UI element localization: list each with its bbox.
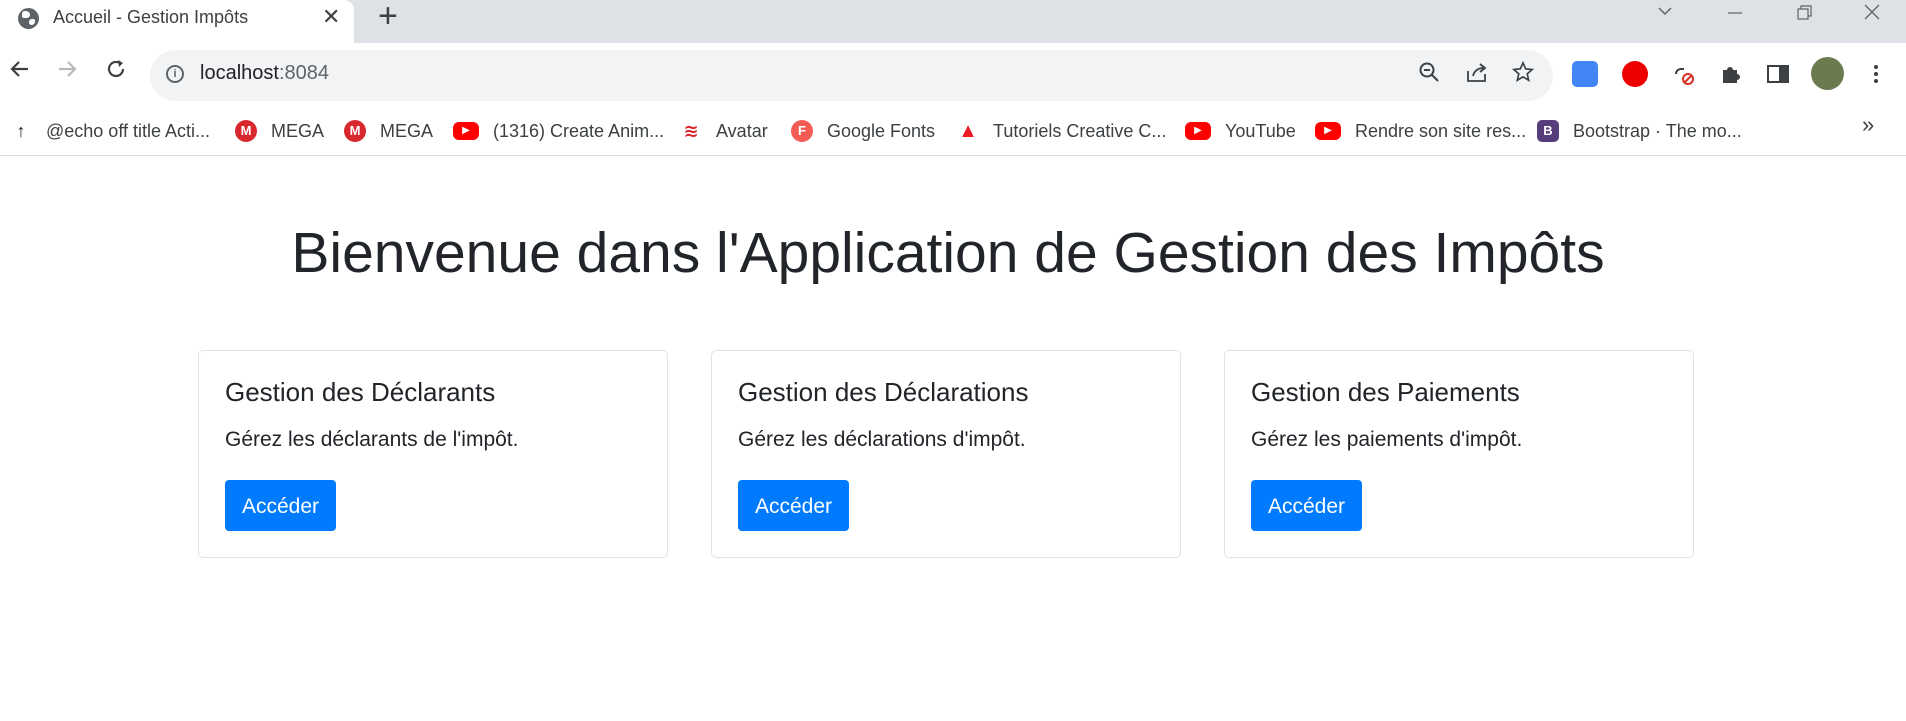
menu-kebab-icon[interactable]	[1863, 61, 1889, 87]
bookmark-item[interactable]: F Google Fonts	[791, 117, 935, 145]
bookmarks-bar: ↑ @echo off title Acti... M MEGA M MEGA ▶ (1…	[0, 108, 1906, 156]
tab-title: Accueil - Gestion Impôts	[53, 7, 249, 27]
tab-search-icon[interactable]	[1656, 2, 1674, 32]
mega-icon: M	[235, 120, 257, 142]
minimize-icon[interactable]	[1726, 0, 1744, 30]
address-bar[interactable]: i localhost:8084	[150, 50, 1553, 101]
youtube-icon: ▶	[1315, 122, 1341, 140]
bookmark-item[interactable]: ≋ Avatar	[680, 117, 767, 145]
bootstrap-icon: B	[1537, 120, 1559, 142]
card-title: Gestion des Paiements	[1251, 377, 1520, 407]
back-icon[interactable]	[8, 57, 32, 88]
browser-tab[interactable]: Accueil - Gestion Impôts ✕	[0, 0, 354, 43]
adblock-icon[interactable]	[1622, 61, 1648, 87]
card-title: Gestion des Déclarants	[225, 377, 496, 407]
forward-icon[interactable]	[55, 57, 79, 88]
arrow-up-icon: ↑	[16, 121, 26, 141]
bookmark-item[interactable]: M MEGA	[344, 117, 433, 145]
page-title: Bienvenue dans l'Application de Gestion …	[291, 221, 1605, 285]
google-translate-icon[interactable]	[1572, 61, 1598, 87]
google-fonts-icon: F	[791, 120, 813, 142]
bookmark-item[interactable]: ▶ YouTube	[1185, 117, 1296, 145]
bookmark-star-icon[interactable]	[1511, 60, 1535, 89]
avatar-icon: ≋	[683, 121, 699, 141]
new-tab-icon[interactable]: +	[378, 0, 398, 36]
access-paiements-button[interactable]: Accéder	[1251, 480, 1362, 531]
bookmark-item[interactable]: ▲ Tutoriels Creative C...	[957, 117, 1166, 145]
globe-icon	[18, 8, 39, 29]
tab-strip: Accueil - Gestion Impôts ✕ +	[0, 0, 1906, 43]
bookmark-item[interactable]: B Bootstrap · The mo...	[1537, 117, 1742, 145]
card-declarations: Gestion des Déclarations Gérez les décla…	[711, 350, 1181, 558]
mega-icon: M	[344, 120, 366, 142]
card-text: Gérez les paiements d'impôt.	[1251, 428, 1523, 451]
site-info-icon[interactable]: i	[166, 65, 184, 83]
close-window-icon[interactable]	[1862, 2, 1882, 32]
card-text: Gérez les déclarants de l'impôt.	[225, 428, 519, 451]
bookmark-item[interactable]: ▶ Rendre son site res...	[1315, 117, 1526, 145]
extensions-puzzle-icon[interactable]	[1718, 61, 1744, 87]
card-title: Gestion des Déclarations	[738, 377, 1029, 407]
bookmarks-overflow-button[interactable]: »	[1862, 112, 1874, 138]
side-panel-icon[interactable]	[1765, 61, 1791, 87]
bookmark-item[interactable]: M MEGA	[235, 117, 324, 145]
card-declarants: Gestion des Déclarants Gérez les déclara…	[198, 350, 668, 558]
close-tab-icon[interactable]: ✕	[322, 4, 340, 30]
share-icon[interactable]	[1465, 61, 1489, 89]
bookmark-item[interactable]: ↑ @echo off title Acti...	[10, 117, 211, 145]
reload-icon[interactable]	[104, 57, 128, 88]
link-blocked-icon[interactable]	[1670, 61, 1696, 87]
browser-toolbar: i localhost:8084	[0, 43, 1906, 108]
restore-icon[interactable]	[1795, 4, 1813, 34]
bookmark-item[interactable]: ▶ (1316) Create Anim...	[453, 117, 664, 145]
youtube-icon: ▶	[1185, 122, 1211, 140]
access-declarations-button[interactable]: Accéder	[738, 480, 849, 531]
youtube-icon: ▶	[453, 122, 479, 140]
card-paiements: Gestion des Paiements Gérez les paiement…	[1224, 350, 1694, 558]
zoom-out-icon[interactable]	[1418, 61, 1440, 89]
card-text: Gérez les déclarations d'impôt.	[738, 428, 1026, 451]
profile-avatar[interactable]	[1811, 57, 1844, 90]
access-declarants-button[interactable]: Accéder	[225, 480, 336, 531]
url-text: localhost:8084	[200, 62, 329, 84]
adobe-icon: ▲	[958, 120, 978, 142]
